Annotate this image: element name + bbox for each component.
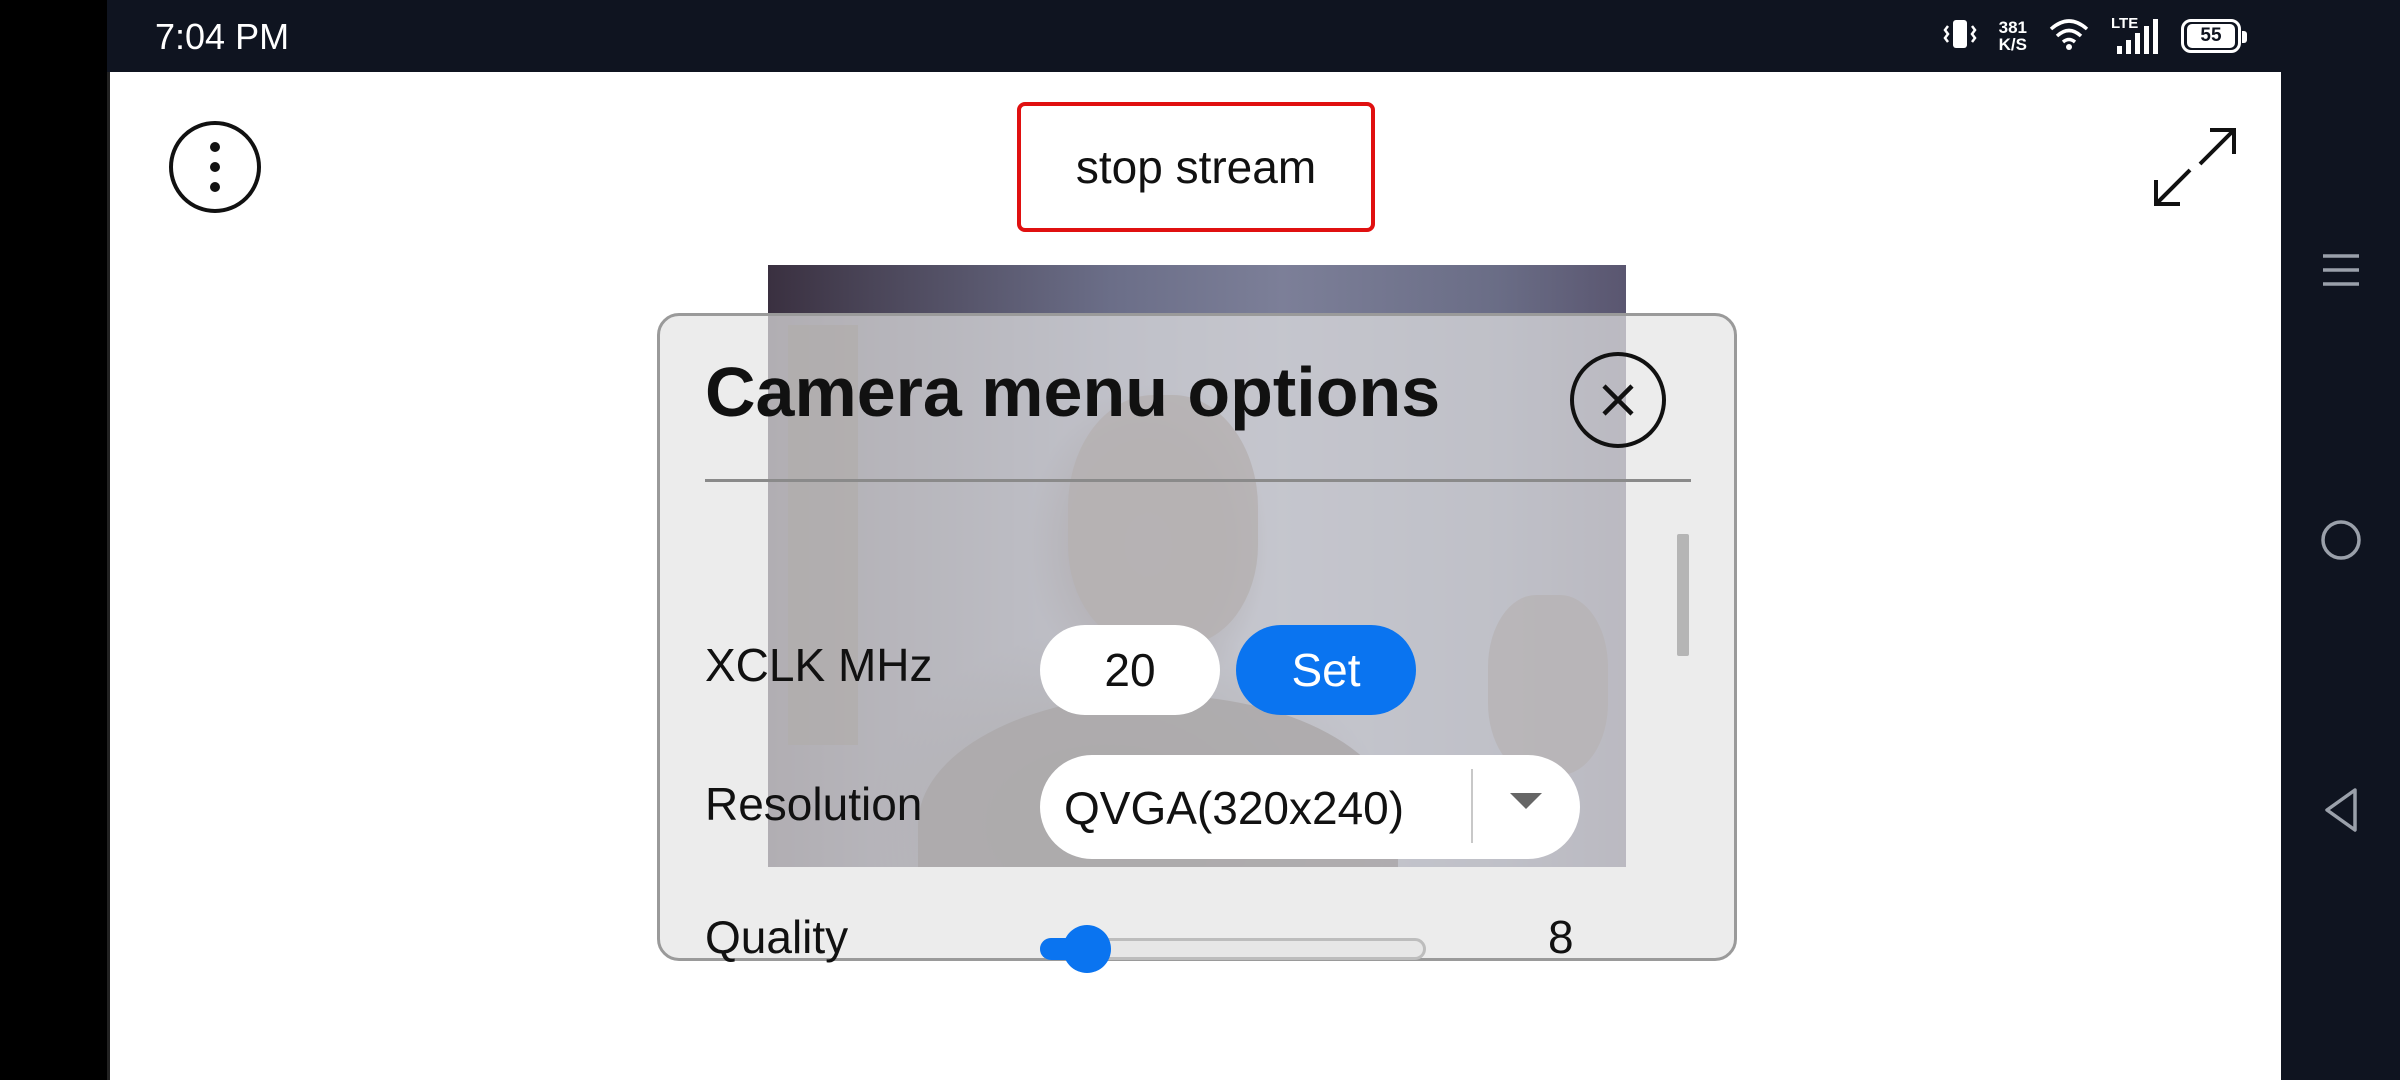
net-speed: 381 K/S: [1999, 19, 2027, 53]
quality-value: 8: [1548, 911, 1574, 963]
panel-scrollbar[interactable]: [1677, 534, 1689, 656]
resolution-label: Resolution: [705, 778, 923, 830]
xclk-label: XCLK MHz: [705, 639, 933, 691]
camera-menu-panel: Camera menu options XCLK MHz 20 Set Reso…: [657, 313, 1737, 973]
navigation-bar: [2281, 0, 2400, 1080]
vertical-dots-icon[interactable]: [169, 121, 261, 213]
app-content: stop stream Camera menu options XCLK MHz…: [107, 72, 2281, 1080]
slider-knob[interactable]: [1062, 925, 1111, 973]
battery-level: 55: [2187, 24, 2235, 48]
battery-icon: 55: [2181, 19, 2247, 53]
quality-slider[interactable]: [1040, 921, 1430, 977]
left-cutout: [0, 0, 107, 1080]
menu-icon[interactable]: [2281, 230, 2400, 310]
status-icons: 381 K/S LTE 55: [1943, 14, 2247, 58]
panel-title: Camera menu options: [705, 353, 1441, 431]
resolution-selected-value: QVGA(320x240): [1064, 782, 1405, 834]
home-icon[interactable]: [2281, 500, 2400, 580]
chevron-down-icon: [1510, 793, 1542, 809]
close-icon[interactable]: [1570, 352, 1666, 448]
status-time: 7:04 PM: [155, 16, 290, 57]
panel-divider: [705, 479, 1691, 482]
back-icon[interactable]: [2281, 770, 2400, 850]
xclk-set-button[interactable]: Set: [1236, 625, 1416, 715]
resolution-select[interactable]: QVGA(320x240): [1040, 755, 1580, 859]
status-bar: 7:04 PM 381 K/S LTE 55: [107, 0, 2281, 72]
net-speed-value: 381: [1998, 18, 2027, 37]
net-speed-unit: K/S: [1998, 35, 2027, 54]
vibrate-icon: [1943, 16, 1977, 57]
signal-icon: LTE: [2111, 16, 2159, 56]
quality-label: Quality: [705, 911, 849, 963]
wifi-icon: [2049, 17, 2089, 56]
expand-arrows-icon[interactable]: [2150, 124, 2240, 210]
stop-stream-button[interactable]: stop stream: [1017, 102, 1375, 232]
select-divider: [1471, 769, 1473, 843]
xclk-input[interactable]: 20: [1040, 625, 1220, 715]
